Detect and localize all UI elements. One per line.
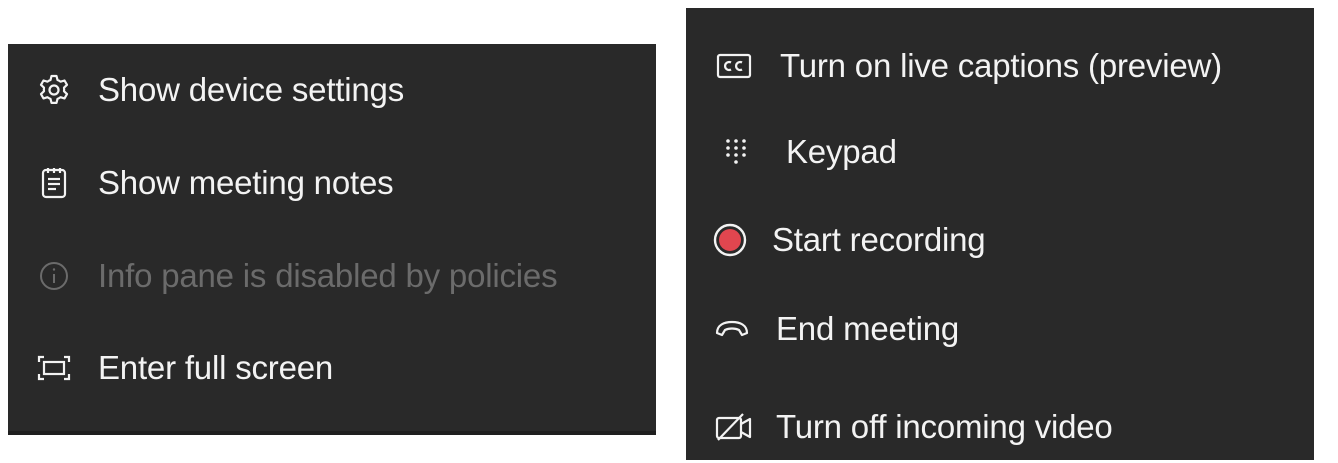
keypad-item[interactable]: Keypad [686,132,1314,172]
video-off-icon [714,407,754,447]
end-meeting-item[interactable]: End meeting [686,309,1314,349]
gear-icon [34,70,74,110]
turn-off-incoming-video-item[interactable]: Turn off incoming video [686,407,1314,447]
closed-captions-icon [714,46,754,86]
screenshot-stage: Show device settings Show meeting notes [0,0,1338,463]
show-device-settings-item[interactable]: Show device settings [8,70,656,110]
hang-up-icon [712,309,752,349]
item-label: Keypad [786,133,897,170]
notes-icon [34,163,74,203]
item-label: Turn off incoming video [776,408,1113,445]
item-label: Enter full screen [98,349,334,386]
item-label: Start recording [772,221,986,258]
info-pane-disabled-item: Info pane is disabled by policies [8,256,656,296]
fullscreen-icon [34,348,74,388]
item-label: Show meeting notes [98,164,394,201]
show-meeting-notes-item[interactable]: Show meeting notes [8,163,656,203]
record-icon [710,220,750,260]
item-label: End meeting [776,310,960,347]
more-actions-menu-left: Show device settings Show meeting notes [8,44,656,435]
item-label: Turn on live captions (preview) [780,47,1222,84]
live-captions-item[interactable]: Turn on live captions (preview) [686,46,1314,86]
keypad-icon [716,132,756,172]
start-recording-item[interactable]: Start recording [686,220,1314,260]
more-actions-menu-right: Turn on live captions (preview) Keypad S… [686,8,1314,460]
item-label: Show device settings [98,71,405,108]
info-icon [34,256,74,296]
enter-full-screen-item[interactable]: Enter full screen [8,348,656,388]
item-label: Info pane is disabled by policies [98,257,558,294]
